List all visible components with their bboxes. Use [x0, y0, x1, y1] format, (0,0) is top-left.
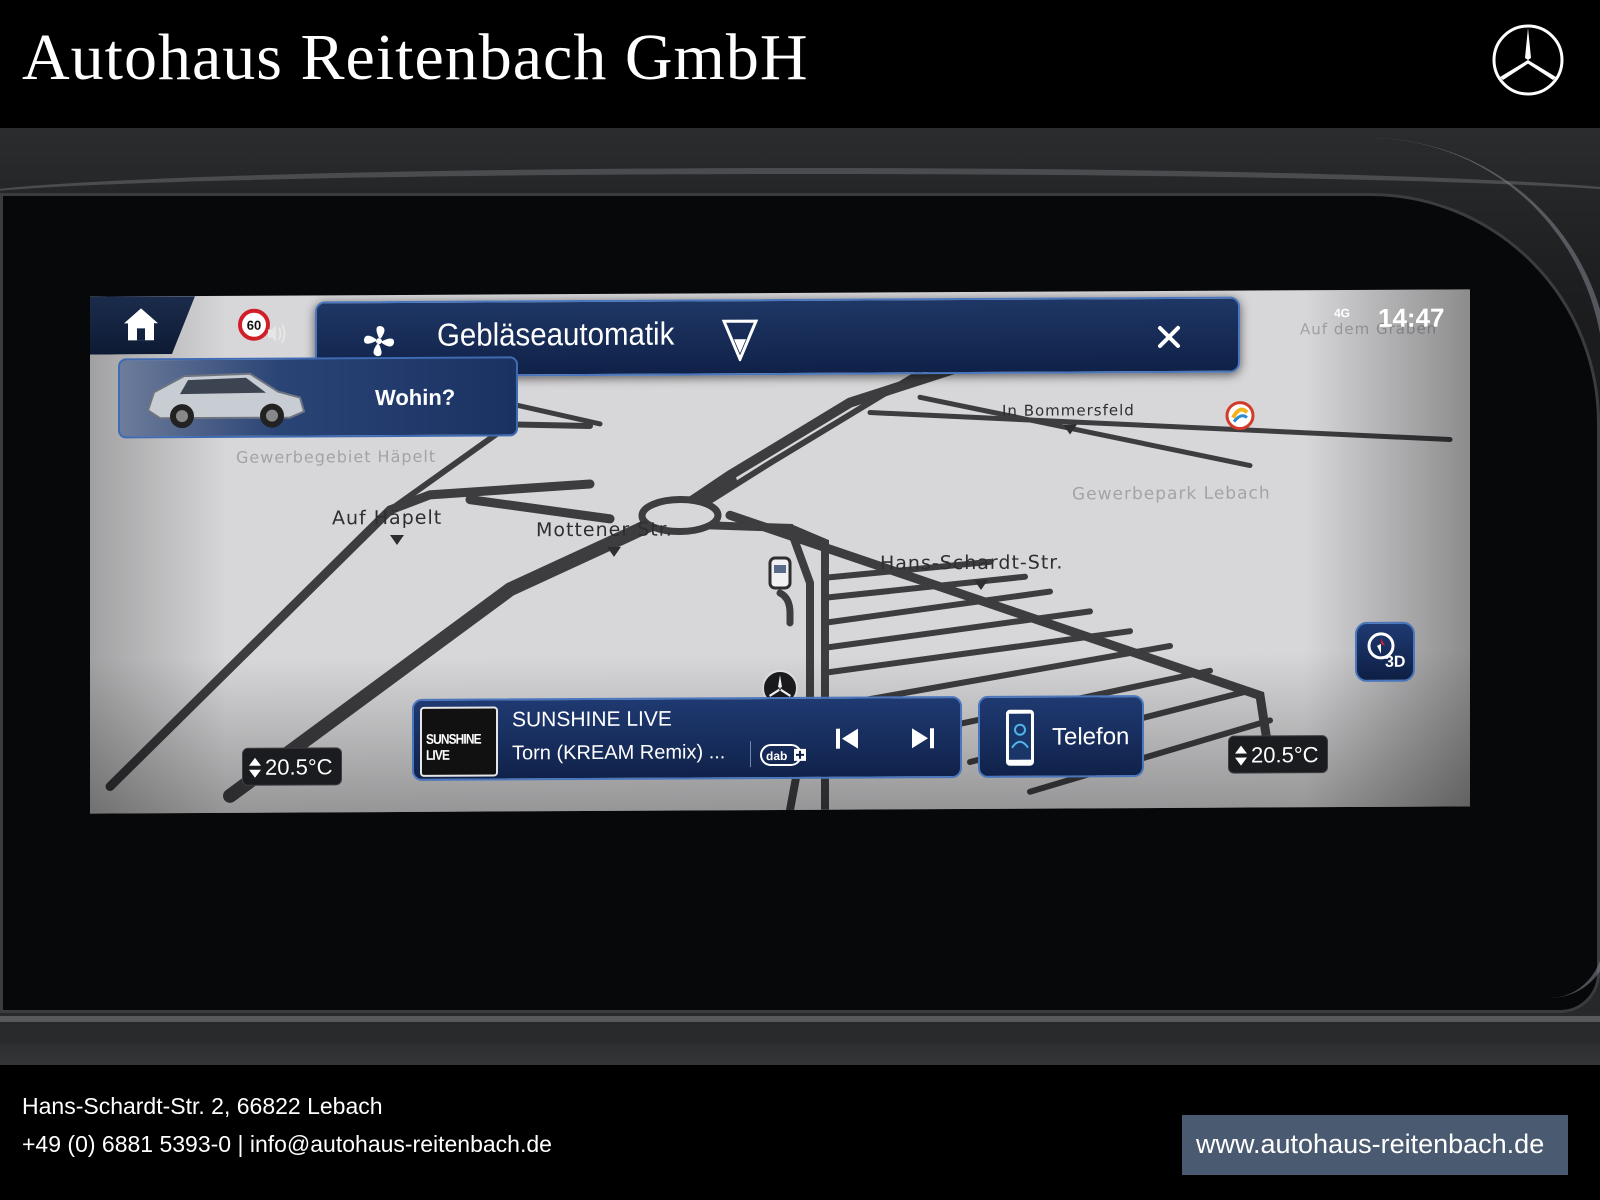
clock: 14:47 [1378, 302, 1445, 333]
phone-label: Telefon [1052, 723, 1130, 751]
map-label-gewerbegebiet: Gewerbegebiet Häpelt [236, 446, 437, 467]
vehicle-position-icon [768, 556, 792, 590]
infotainment-screen: Gewerbegebiet Häpelt Auf Häpelt Mottener… [90, 289, 1470, 814]
map-label-auf-haepelt: Auf Häpelt [332, 506, 443, 530]
close-icon[interactable] [1157, 325, 1181, 349]
website-link[interactable]: www.autohaus-reitenbach.de [1196, 1129, 1544, 1160]
speed-limit-sound-icon[interactable]: 60 [238, 308, 288, 346]
media-divider [750, 741, 751, 768]
station-logo: SUNSHINE LIVE [420, 706, 498, 777]
website-box[interactable]: www.autohaus-reitenbach.de [1182, 1115, 1568, 1175]
map-view-3d-button[interactable]: 3D [1355, 621, 1415, 682]
street-marker-icon [390, 534, 404, 546]
climate-title: Gebläseautomatik [437, 315, 675, 353]
street-marker-icon [974, 579, 988, 590]
dealer-address: Hans-Schardt-Str. 2, 66822 Lebach [22, 1093, 383, 1119]
station-logo-text: SUNSHINE LIVE [426, 730, 481, 763]
map-view-3d-label: 3D [1385, 653, 1406, 671]
temperature-left-value: 20.5°C [265, 754, 333, 780]
mercedes-star-icon [1492, 24, 1564, 96]
dealer-photo-frame: Autohaus Reitenbach GmbH Gewerbegebiet H… [0, 0, 1600, 1200]
dealer-footer: Hans-Schardt-Str. 2, 66822 Lebach +49 (0… [0, 1065, 1600, 1200]
temperature-right[interactable]: 20.5°C [1228, 735, 1328, 774]
home-icon [122, 306, 160, 342]
street-marker-icon [1063, 424, 1077, 435]
fan-icon [363, 326, 395, 357]
svg-text:dab: dab [766, 749, 787, 763]
temperature-right-value: 20.5°C [1251, 742, 1319, 768]
where-to-label: Wohin? [375, 384, 456, 411]
map-label-gewerbepark: Gewerbepark Lebach [1072, 483, 1271, 505]
phone-widget[interactable]: Telefon [978, 695, 1144, 778]
temperature-arrows-icon [1235, 745, 1247, 766]
dashboard-trim [0, 1016, 1600, 1022]
fan-level-icon [722, 319, 758, 362]
network-status: 4G [1334, 306, 1351, 321]
temperature-arrows-icon [249, 757, 261, 778]
media-widget[interactable]: SUNSHINE LIVE SUNSHINE LIVE Torn (KREAM … [412, 696, 962, 781]
map-label-mottener: Mottener Str. [536, 518, 673, 542]
dab-plus-icon: dab [760, 743, 806, 767]
where-to-button[interactable]: Wohin? [118, 356, 518, 439]
dealer-header: Autohaus Reitenbach GmbH [0, 0, 1600, 128]
svg-text:60: 60 [247, 318, 261, 333]
phone-icon [1006, 709, 1034, 766]
map-label-in-bommersfeld: In Bommersfeld [1002, 401, 1135, 420]
car-thumbnail [146, 372, 306, 429]
street-marker-icon [607, 546, 621, 557]
next-track-icon[interactable] [910, 726, 936, 750]
dealer-contact: +49 (0) 6881 5393-0 | info@autohaus-reit… [22, 1131, 552, 1157]
dashboard-leather [0, 1043, 1600, 1065]
previous-track-icon[interactable] [834, 727, 860, 751]
track-title: Torn (KREAM Remix) ... [512, 741, 726, 765]
dealer-name: Autohaus Reitenbach GmbH [22, 21, 809, 94]
gas-station-poi-icon[interactable] [1225, 401, 1255, 431]
map-label-hans-schardt: Hans-Schardt-Str. [880, 551, 1064, 575]
temperature-left[interactable]: 20.5°C [242, 747, 342, 786]
station-name: SUNSHINE LIVE [512, 707, 672, 732]
